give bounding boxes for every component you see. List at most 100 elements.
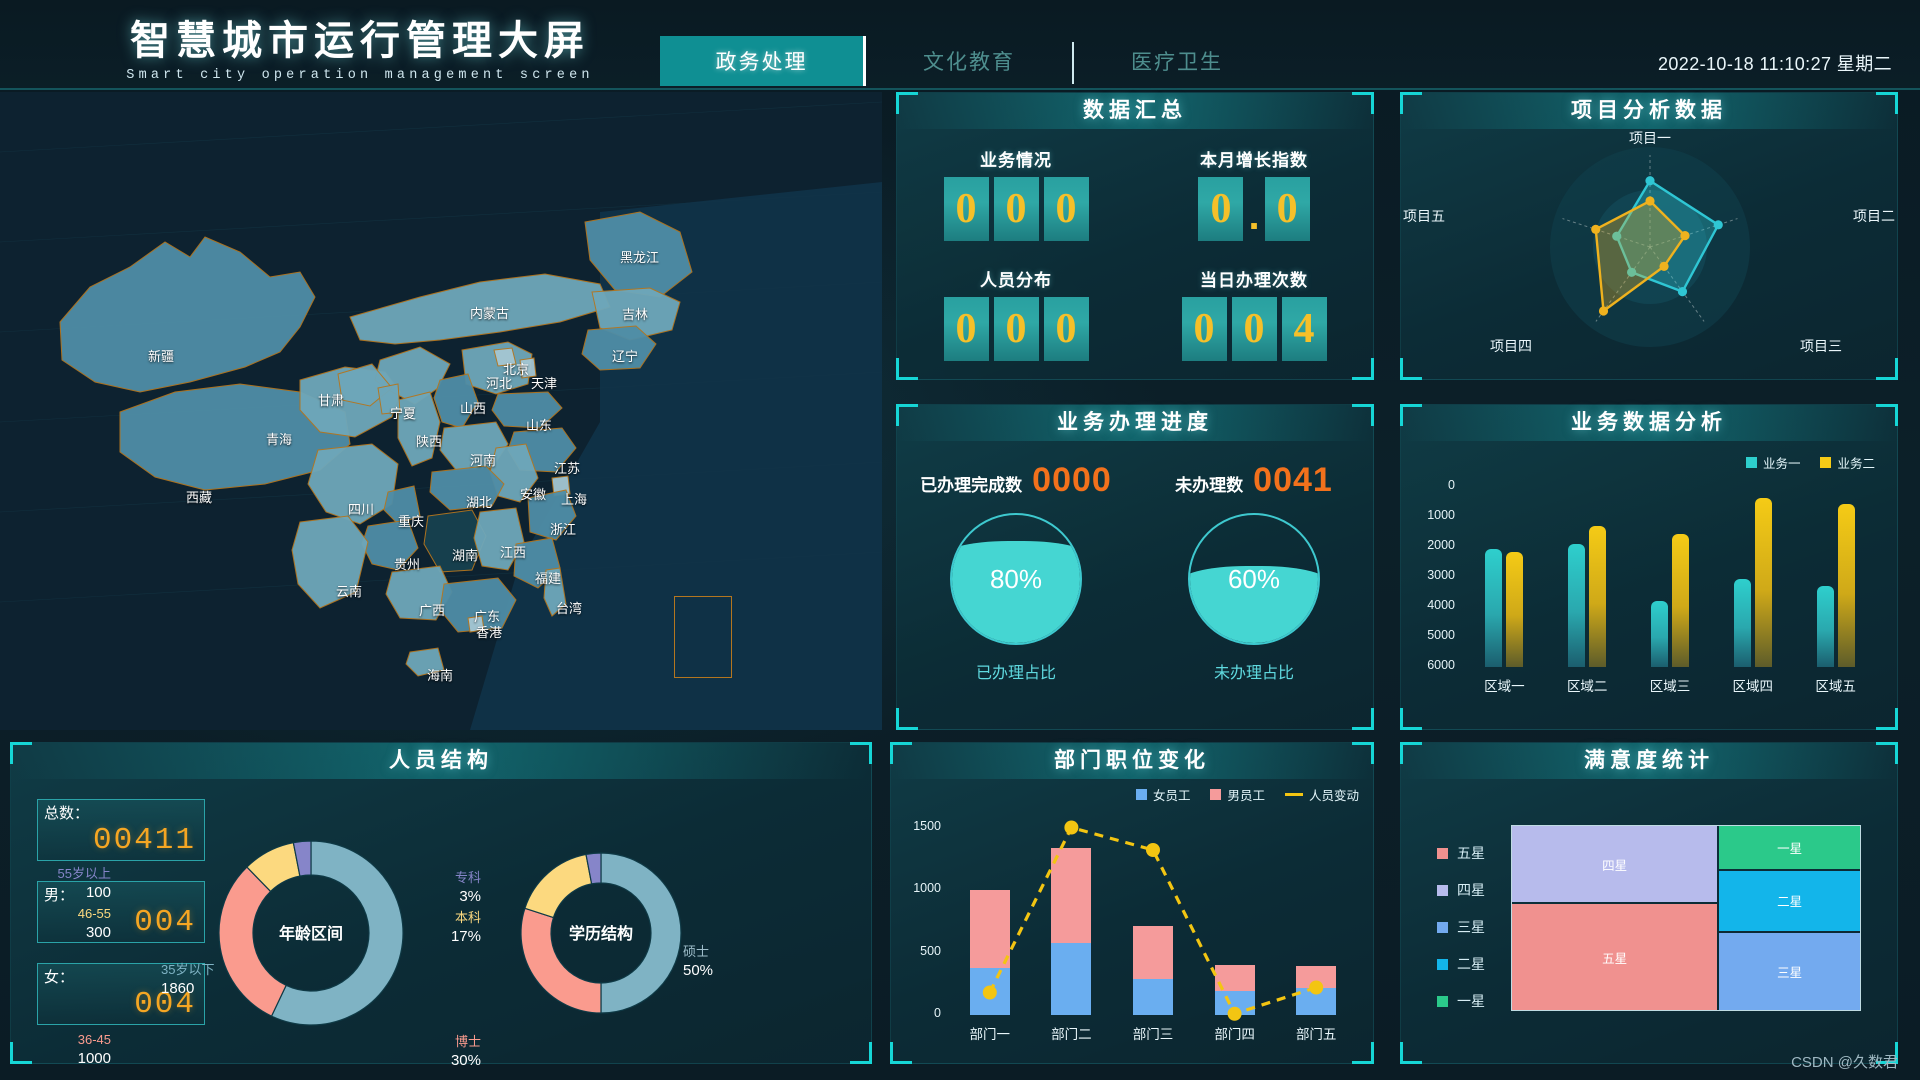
header-bar: 智慧城市运行管理大屏 Smart city operation manageme… — [0, 0, 1920, 90]
page-subtitle: Smart city operation management screen — [126, 68, 594, 83]
datetime-display: 2022-10-18 11:10:27 星期二 — [1657, 54, 1892, 74]
pending-value: 0041 — [1253, 461, 1333, 499]
pending-counter: 未办理数 0041 — [1135, 461, 1373, 500]
sat-legend-item-0[interactable]: 五星 — [1437, 843, 1485, 863]
dep-legend-item-2[interactable]: 人员变动 — [1284, 785, 1359, 804]
dep-y-tick-1: 1000 — [913, 881, 941, 895]
donut-label-value: 1860 — [161, 979, 195, 997]
business-data-title: 业务数据分析 — [1401, 405, 1897, 441]
china-map-panel[interactable]: 黑龙江 内蒙古 吉林 新疆 辽宁 北京 甘肃 河北 天津 宁夏 山西 青海 陕西 山东 河南 江苏 安徽 上海 西藏… — [0, 92, 882, 730]
legend-item-0[interactable]: 业务一 — [1745, 453, 1801, 472]
sat-legend-item-2[interactable]: 三星 — [1437, 917, 1485, 937]
dep-y-tick-3: 0 — [934, 1006, 941, 1020]
donut-label-value: 3% — [459, 887, 481, 905]
legend-item-1[interactable]: 业务二 — [1820, 453, 1875, 472]
dep-bar-male-4 — [1296, 966, 1337, 988]
summary-digit-group: 004 — [1181, 296, 1327, 361]
legend-label: 女员工 — [1152, 789, 1191, 803]
treemap-cell-二星[interactable]: 二星 — [1719, 871, 1860, 931]
legend-swatch — [1437, 995, 1448, 1007]
legend-label: 四星 — [1457, 882, 1485, 898]
y-tick-1: 5000 — [1427, 628, 1455, 642]
dep-bar-female-0 — [969, 967, 1010, 1015]
progress-counters: 已办理完成数 0000 未办理数 0041 — [897, 461, 1373, 500]
dep-bar-male-0 — [969, 890, 1010, 968]
page-title: 智慧城市运行管理大屏 — [130, 19, 590, 63]
radar-axis-label-3: 项目四 — [1490, 338, 1532, 354]
tab-yiliaoweisheng[interactable]: 医疗卫生 — [1074, 36, 1280, 86]
watermark: CSDN @久数君 — [1791, 1054, 1898, 1071]
radar-axis-label-2: 项目三 — [1800, 338, 1842, 354]
corner-bottom-left — [1400, 708, 1422, 730]
legend-label: 男员工 — [1227, 789, 1265, 803]
treemap-cell-五星[interactable]: 五星 — [1512, 904, 1718, 1010]
corner-bottom-right — [1352, 708, 1374, 730]
gauge-circle: 80% — [950, 513, 1082, 645]
summary-cell-label: 本月增长指数 — [1200, 150, 1308, 170]
treemap-left-column: 四星 五星 — [1512, 826, 1718, 1010]
tab-zhengwuchuli[interactable]: 政务处理 — [660, 36, 866, 86]
x-tick-2: 区域三 — [1649, 679, 1691, 694]
donut-label-value: 300 — [85, 923, 111, 941]
personnel-structure-title: 人员结构 — [11, 743, 871, 779]
legend-label: 业务一 — [1762, 457, 1801, 471]
dashboard-root: 智慧城市运行管理大屏 Smart city operation manageme… — [0, 0, 1920, 1080]
donut-label-value: 100 — [85, 883, 111, 901]
treemap-cell-一星[interactable]: 一星 — [1719, 826, 1860, 870]
dep-line-point-1 — [1064, 820, 1079, 835]
summary-cell-3: 当日办理次数 0 0 4 — [1135, 253, 1373, 373]
china-map-svg[interactable] — [0, 92, 882, 730]
dep-legend-item-1[interactable]: 男员工 — [1210, 785, 1265, 804]
treemap-cell-四星[interactable]: 四星 — [1512, 826, 1718, 903]
tab-wenhuajiaoyu[interactable]: 文化教育 — [866, 36, 1072, 86]
summary-cell-label: 业务情况 — [980, 150, 1052, 170]
dep-y-tick-2: 500 — [920, 943, 941, 958]
sat-legend-item-1[interactable]: 四星 — [1437, 880, 1485, 900]
donut-label-key: 博士 — [454, 1034, 481, 1049]
donut-label-6: 本科 17% — [371, 909, 481, 947]
donut-label-key: 专科 — [454, 870, 481, 885]
dep-x-tick-2: 部门三 — [1132, 1027, 1174, 1042]
legend-label: 二星 — [1457, 956, 1485, 972]
bar-业务一-1 — [1568, 544, 1586, 667]
corner-bottom-right — [1876, 708, 1898, 730]
nav-tabs: 政务处理 文化教育 医疗卫生 — [660, 36, 1280, 86]
sat-legend-item-3[interactable]: 二星 — [1437, 954, 1485, 974]
y-tick-3: 3000 — [1427, 568, 1455, 582]
donut-label-key: 46-55 — [77, 906, 111, 921]
department-change-title: 部门职位变化 — [891, 743, 1373, 779]
legend-label: 一星 — [1457, 993, 1485, 1009]
treemap-right-column: 一星 二星 三星 — [1719, 826, 1860, 1011]
radar-chart: 项目一项目二项目三 项目四 项目五 — [1403, 130, 1895, 354]
dep-legend-item-0[interactable]: 女员工 — [1135, 785, 1191, 804]
y-tick-2: 4000 — [1427, 598, 1455, 612]
donut-label-key: 55岁以上 — [57, 866, 111, 881]
summary-cell-label: 当日办理次数 — [1200, 270, 1308, 290]
summary-cell-0: 业务情况 0 0 0 — [897, 133, 1135, 253]
legend-swatch — [1437, 884, 1448, 896]
summary-digit: 0 — [1264, 176, 1310, 241]
summary-digit-group: 000 — [943, 176, 1089, 241]
corner-bottom-right — [1352, 1042, 1374, 1064]
donut-label-key: 本科 — [454, 910, 481, 925]
donut-label-3: 55岁以上 100 — [1, 865, 111, 903]
legend-swatch — [1210, 789, 1222, 800]
data-summary-title: 数据汇总 — [897, 93, 1373, 129]
data-summary-panel: 数据汇总 业务情况 0 0 0 本月增长指数 0. 0 人员分布 0 0 0 当日办理次数 0 0 4 — [896, 92, 1374, 380]
dep-y-tick-0: 1500 — [913, 818, 941, 833]
satisfaction-panel: 满意度统计 五星 四星 三星 二星 一星 四星 五星 一星 二星 三星 — [1400, 742, 1898, 1064]
bar-业务一-3 — [1733, 578, 1751, 667]
summary-cell-2: 人员分布 0 0 0 — [897, 253, 1135, 373]
bar-chart-legend: 业务一 业务二 — [1745, 453, 1875, 472]
department-chart-legend: 女员工 男员工 人员变动 — [1135, 785, 1359, 804]
south-sea-islands-inset — [674, 596, 732, 678]
business-progress-panel: 业务办理进度 已办理完成数 0000 未办理数 0041 80% 已办理占比 60%… — [896, 404, 1374, 730]
decimal-point: . — [1248, 193, 1260, 238]
pending-label: 未办理数 — [1175, 476, 1244, 495]
donut-label-7: 专科 3% — [371, 869, 481, 907]
sat-legend-item-4[interactable]: 一星 — [1437, 991, 1485, 1011]
summary-digit: 0 — [1043, 176, 1089, 241]
legend-swatch — [1437, 921, 1448, 933]
treemap-cell-三星[interactable]: 三星 — [1719, 932, 1860, 1011]
summary-digit: 0 — [943, 296, 989, 361]
